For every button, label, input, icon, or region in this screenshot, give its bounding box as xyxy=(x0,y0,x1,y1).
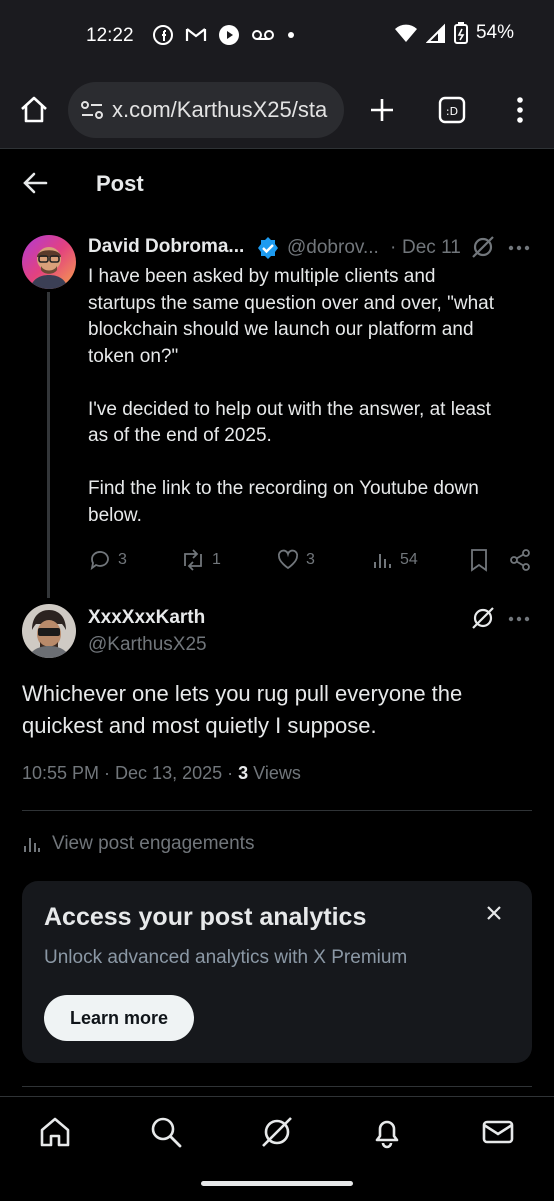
browser-toolbar: x.com/KarthusX25/sta :D xyxy=(0,72,554,149)
more-options-icon[interactable] xyxy=(508,238,530,258)
post-text-line: startups the same question over and over… xyxy=(88,292,494,314)
analytics-icon xyxy=(24,838,40,852)
like-count: 3 xyxy=(306,551,315,568)
repost-button[interactable]: 1 xyxy=(180,548,221,572)
url-bar[interactable]: x.com/KarthusX25/sta xyxy=(68,82,344,138)
analytics-icon xyxy=(374,554,391,568)
verified-badge-icon xyxy=(256,236,280,260)
views-button[interactable]: 54 xyxy=(372,548,418,572)
url-text: x.com/KarthusX25/sta xyxy=(112,97,328,122)
card-subtitle: Unlock advanced analytics with X Premium xyxy=(44,947,408,968)
site-settings-icon[interactable] xyxy=(80,99,104,121)
post-text-line xyxy=(88,370,528,397)
close-icon[interactable] xyxy=(484,903,504,923)
bookmark-button[interactable] xyxy=(468,548,490,572)
post-text-line: I've decided to help out with the answer… xyxy=(88,398,491,420)
learn-more-button[interactable]: Learn more xyxy=(44,995,194,1041)
avatar[interactable] xyxy=(22,235,76,289)
post-date[interactable]: Dec 11 xyxy=(402,237,461,259)
nav-grok-icon[interactable] xyxy=(260,1115,294,1149)
divider xyxy=(22,810,532,811)
voicemail-icon xyxy=(252,30,274,40)
battery-icon xyxy=(453,22,468,44)
reply-icon xyxy=(90,551,109,571)
author-name[interactable]: David Dobroma... xyxy=(88,236,244,258)
new-tab-icon[interactable] xyxy=(368,96,396,124)
post-text-line: below. xyxy=(88,504,142,526)
view-engagements-link[interactable]: View post engagements xyxy=(22,833,254,855)
nav-notifications-icon[interactable] xyxy=(370,1115,404,1149)
repost-count: 1 xyxy=(212,551,221,568)
repost-icon xyxy=(184,549,202,571)
dot-icon xyxy=(288,32,294,38)
home-indicator[interactable] xyxy=(201,1181,353,1186)
author-handle[interactable]: @dobrov... xyxy=(287,237,379,259)
facebook-icon xyxy=(153,25,173,45)
view-engagements-label: View post engagements xyxy=(52,833,255,854)
like-button[interactable]: 3 xyxy=(276,548,315,572)
post-text-line xyxy=(88,450,528,477)
meta-separator: · xyxy=(390,237,397,258)
reply-text: Whichever one lets you rug pull everyone… xyxy=(22,678,532,742)
timestamp-text[interactable]: 10:55 PM · Dec 13, 2025 · xyxy=(22,763,238,783)
post-text-line: blockchain should we launch our platform… xyxy=(88,319,474,340)
overflow-menu-icon[interactable] xyxy=(510,96,530,124)
post-text-line: token on?" xyxy=(88,345,179,367)
divider xyxy=(22,1086,532,1087)
avatar[interactable] xyxy=(22,604,76,658)
status-time: 12:22 xyxy=(86,25,134,46)
card-title: Access your post analytics xyxy=(44,903,367,931)
post-timestamp: 10:55 PM · Dec 13, 2025 · 3 Views xyxy=(22,763,301,784)
post-text-line: Find the link to the recording on Youtub… xyxy=(88,478,479,499)
reply-author-name[interactable]: XxxXxxKarth xyxy=(88,607,205,629)
nav-messages-icon[interactable] xyxy=(481,1115,515,1149)
battery-percent: 54% xyxy=(475,22,514,43)
tab-switcher-icon[interactable]: :D xyxy=(438,96,466,124)
svg-text::D: :D xyxy=(446,105,458,118)
reply-author-handle[interactable]: @KarthusX25 xyxy=(88,634,207,656)
wifi-icon xyxy=(394,24,417,42)
post-text-line: as of the end of 2025. xyxy=(88,425,272,446)
grok-icon[interactable] xyxy=(470,234,496,260)
signal-icon xyxy=(425,23,445,43)
reply-count: 3 xyxy=(118,551,127,568)
home-icon[interactable] xyxy=(18,94,50,126)
bookmark-icon xyxy=(471,549,487,572)
gmail-icon xyxy=(185,28,207,41)
share-button[interactable] xyxy=(508,548,532,572)
back-arrow-icon[interactable] xyxy=(22,170,48,196)
more-options-icon[interactable] xyxy=(508,609,530,629)
post-text-line: I have been asked by multiple clients an… xyxy=(88,266,436,287)
reply-text-line: quickest and most quietly I suppose. xyxy=(22,713,377,738)
nav-search-icon[interactable] xyxy=(149,1115,183,1149)
page-title: Post xyxy=(96,171,144,196)
heart-icon xyxy=(277,549,299,570)
view-count: 54 xyxy=(400,551,418,568)
reply-text-line: Whichever one lets you rug pull everyone… xyxy=(22,681,463,706)
views-label: Views xyxy=(248,763,301,783)
analytics-upsell-card: Access your post analytics Unlock advanc… xyxy=(22,881,532,1063)
share-icon xyxy=(510,549,530,571)
status-bar: 12:22 54% xyxy=(0,0,554,72)
nav-home-icon[interactable] xyxy=(38,1115,72,1149)
thread-line xyxy=(47,292,50,598)
views-count: 3 xyxy=(238,763,249,783)
post-text: I have been asked by multiple clients an… xyxy=(88,264,528,529)
reply-button[interactable]: 3 xyxy=(88,548,127,572)
grok-icon[interactable] xyxy=(470,605,496,631)
post-actions: 3 1 3 54 xyxy=(88,548,538,576)
youtube-icon xyxy=(219,25,239,45)
notification-icons xyxy=(152,24,296,46)
system-status: 54% xyxy=(394,22,514,44)
